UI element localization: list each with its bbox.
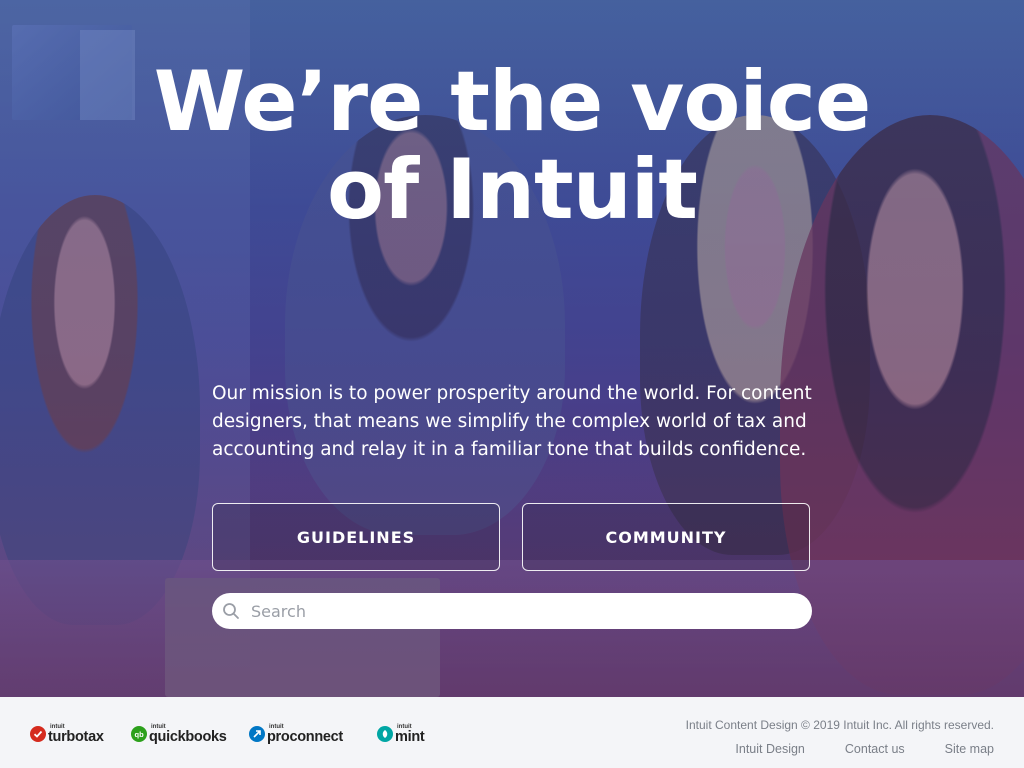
mission-statement: Our mission is to power prosperity aroun… xyxy=(212,383,812,460)
search-bar[interactable] xyxy=(212,593,812,629)
headline-line-2: of Intuit xyxy=(327,141,698,238)
footer-link-intuit-design[interactable]: Intuit Design xyxy=(735,742,804,756)
guidelines-button[interactable]: GUIDELINES xyxy=(212,503,500,571)
copyright-text: Intuit Content Design © 2019 Intuit Inc.… xyxy=(685,718,994,732)
checkmark-icon xyxy=(30,726,46,742)
headline-line-1: We’re the voice xyxy=(153,53,872,150)
proconnect-icon xyxy=(249,726,265,742)
search-icon xyxy=(221,601,241,621)
brand-name-proconnect: proconnect xyxy=(267,728,343,745)
community-button[interactable]: COMMUNITY xyxy=(522,503,810,571)
turbotax-logo-link[interactable]: intuit turbotax xyxy=(30,722,104,746)
qb-icon: qb xyxy=(131,726,147,742)
mint-logo-link[interactable]: intuit mint xyxy=(377,722,425,746)
brand-name-turbotax: turbotax xyxy=(48,728,104,745)
brand-name-quickbooks: quickbooks xyxy=(149,728,227,745)
svg-text:qb: qb xyxy=(135,730,145,739)
footer-links: Intuit Design Contact us Site map xyxy=(735,742,994,756)
hero-section: We’re the voice of Intuit Our mission is… xyxy=(0,0,1024,697)
footer-link-site-map[interactable]: Site map xyxy=(945,742,994,756)
leaf-icon xyxy=(377,726,393,742)
search-input[interactable] xyxy=(249,600,773,622)
quickbooks-logo-link[interactable]: qb intuit quickbooks xyxy=(131,722,227,746)
proconnect-logo-link[interactable]: intuit proconnect xyxy=(249,722,343,746)
hero-headline: We’re the voice of Intuit xyxy=(0,58,1024,234)
footer-link-contact-us[interactable]: Contact us xyxy=(845,742,905,756)
brand-name-mint: mint xyxy=(395,728,425,745)
